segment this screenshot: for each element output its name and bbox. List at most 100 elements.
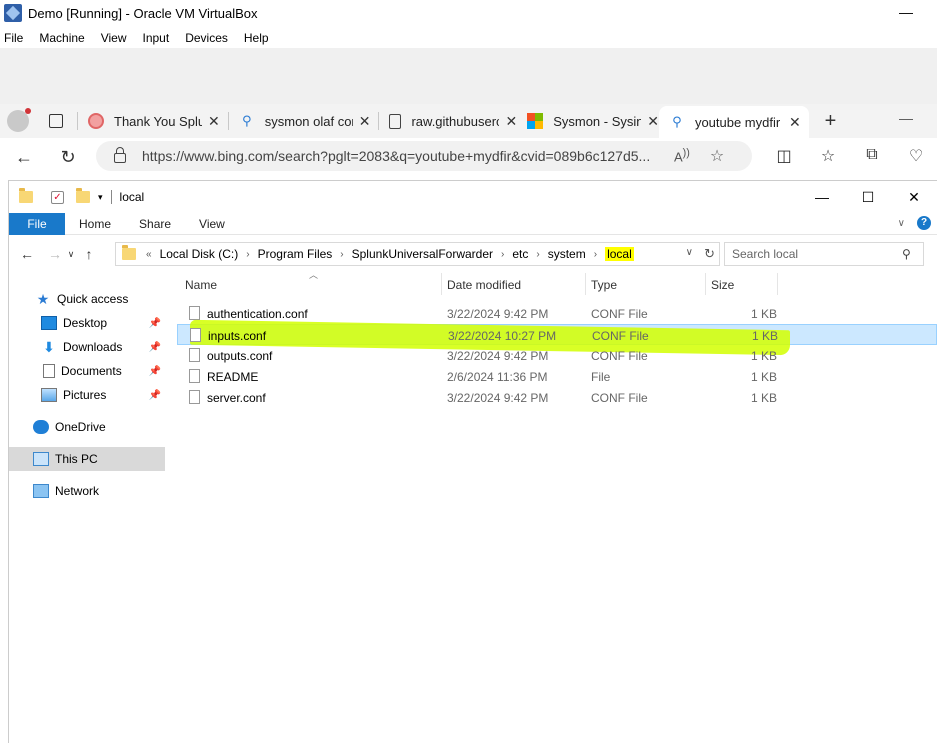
table-row-selected[interactable]: inputs.conf 3/22/2024 10:27 PM CONF File…	[177, 319, 937, 356]
tab-label: raw.githubusercontent	[411, 113, 500, 129]
column-size[interactable]: Size	[711, 278, 734, 292]
nav-this-pc[interactable]: This PC	[9, 447, 165, 471]
nav-quick-access[interactable]: ★ Quick access	[9, 287, 165, 311]
help-icon[interactable]: ?	[917, 216, 931, 230]
chevron-right-icon[interactable]: ›	[501, 249, 504, 260]
pin-icon[interactable]: 📌	[149, 318, 161, 329]
read-aloud-icon[interactable]: A))	[674, 147, 690, 164]
column-divider[interactable]	[777, 273, 778, 295]
pin-icon[interactable]: 📌	[149, 342, 161, 353]
close-icon[interactable]: ✕	[647, 113, 659, 130]
chevron-right-icon[interactable]: ›	[594, 249, 597, 260]
column-divider[interactable]	[705, 273, 706, 295]
sort-ascending-icon: ︿	[309, 270, 319, 280]
chevron-right-icon[interactable]: ›	[246, 249, 249, 260]
expand-ribbon-icon[interactable]: ∨	[898, 218, 905, 229]
vbox-menu-view[interactable]: View	[97, 31, 133, 45]
breadcrumb[interactable]: « Local Disk (C:) › Program Files › Splu…	[115, 242, 720, 266]
column-name[interactable]: Name	[185, 278, 217, 292]
close-icon[interactable]: ✕	[505, 113, 517, 130]
back-arrow-icon[interactable]: ←	[14, 147, 34, 168]
vbox-menu-help[interactable]: Help	[240, 31, 275, 45]
properties-icon[interactable]: ✓	[51, 190, 64, 204]
chevron-right-icon[interactable]: ›	[536, 249, 539, 260]
search-box[interactable]: ⚲	[724, 242, 924, 266]
nav-network[interactable]: Network	[9, 479, 165, 503]
nav-onedrive[interactable]: OneDrive	[9, 415, 165, 439]
crumb-local[interactable]: local	[605, 247, 634, 261]
vbox-menu-file[interactable]: File	[0, 31, 29, 45]
ribbon-view-tab[interactable]: View	[185, 217, 239, 231]
vbox-menu-bar: File Machine View Input Devices Help	[0, 28, 281, 48]
chevron-right-icon[interactable]: ›	[340, 249, 343, 260]
workspaces-icon[interactable]	[49, 114, 63, 128]
favorite-star-icon[interactable]: ☆	[710, 146, 724, 166]
address-dropdown-icon[interactable]: ∨	[686, 247, 693, 258]
table-row[interactable]: outputs.conf 3/22/2024 9:42 PM CONF File…	[177, 345, 937, 366]
search-input[interactable]	[732, 247, 902, 261]
recent-locations-icon[interactable]: ∨	[65, 249, 77, 260]
nav-pictures[interactable]: Pictures 📌	[9, 383, 165, 407]
refresh-icon[interactable]: ↻	[704, 246, 715, 262]
column-date[interactable]: Date modified	[447, 278, 521, 292]
nav-label: Network	[55, 484, 100, 498]
column-divider[interactable]	[441, 273, 442, 295]
ribbon-file-tab[interactable]: File	[9, 212, 65, 235]
crumb-local-disk[interactable]: Local Disk (C:)	[160, 247, 239, 261]
url-text[interactable]: https://www.bing.com/search?pglt=2083&q=…	[142, 148, 664, 164]
table-row[interactable]: server.conf 3/22/2024 9:42 PM CONF File …	[177, 387, 937, 408]
file-type: CONF File	[592, 329, 649, 343]
address-bar[interactable]: https://www.bing.com/search?pglt=2083&q=…	[96, 141, 752, 171]
close-icon[interactable]: ✕	[208, 113, 220, 130]
minimize-button[interactable]: —	[799, 181, 845, 213]
vbox-menu-machine[interactable]: Machine	[35, 31, 90, 45]
crumb-splunk-forwarder[interactable]: SplunkUniversalForwarder	[352, 247, 493, 261]
nav-documents[interactable]: Documents 📌	[9, 359, 165, 383]
close-icon[interactable]: ✕	[359, 113, 371, 130]
profile-avatar[interactable]	[7, 108, 31, 132]
nav-desktop[interactable]: Desktop 📌	[9, 311, 165, 335]
ribbon-share-tab[interactable]: Share	[125, 217, 185, 231]
new-tab-button[interactable]: +	[825, 110, 837, 133]
split-screen-icon[interactable]: ◫	[773, 146, 795, 168]
vbox-menu-input[interactable]: Input	[139, 31, 176, 45]
overflow-chevron-icon[interactable]: «	[146, 249, 152, 260]
ribbon-tabs: File Home Share View ∨ ?	[9, 212, 937, 235]
close-button[interactable]: ✕	[891, 181, 937, 213]
file-name: README	[207, 370, 259, 384]
crumb-system[interactable]: system	[548, 247, 586, 261]
quick-access-dropdown-icon[interactable]: ▾	[98, 192, 103, 203]
browser-minimize-button[interactable]: —	[899, 110, 913, 126]
tab-splunk[interactable]: Thank You Splunk ✕	[78, 107, 220, 135]
column-type[interactable]: Type	[591, 278, 617, 292]
crumb-program-files[interactable]: Program Files	[258, 247, 333, 261]
browser-essentials-icon[interactable]: ♡	[905, 146, 927, 168]
vbox-minimize-button[interactable]: —	[899, 4, 913, 20]
file-date: 3/22/2024 9:42 PM	[447, 307, 549, 321]
up-button[interactable]: ↑	[79, 246, 99, 262]
tab-raw-github[interactable]: raw.githubusercontent ✕	[379, 107, 517, 135]
pin-icon[interactable]: 📌	[149, 390, 161, 401]
collections-icon[interactable]: ⧉	[861, 146, 883, 168]
ribbon-home-tab[interactable]: Home	[65, 217, 125, 231]
nav-label: Desktop	[63, 316, 108, 330]
maximize-button[interactable]: ☐	[845, 181, 891, 213]
pin-icon[interactable]: 📌	[149, 366, 161, 377]
refresh-icon[interactable]: ↻	[58, 147, 78, 168]
nav-label: Documents	[61, 364, 122, 378]
back-button[interactable]: ←	[17, 246, 37, 262]
new-folder-icon[interactable]	[76, 188, 90, 203]
table-row[interactable]: README 2/6/2024 11:36 PM File 1 KB	[177, 366, 937, 387]
nav-downloads[interactable]: ⬇ Downloads 📌	[9, 335, 165, 359]
search-icon[interactable]: ⚲	[902, 247, 911, 261]
tab-label: Sysmon - Sysinternals	[553, 113, 642, 129]
crumb-etc[interactable]: etc	[512, 247, 528, 261]
forward-button[interactable]: →	[45, 246, 65, 262]
tab-youtube-mydfir[interactable]: ⚲ youtube mydfir ✕	[658, 106, 809, 138]
vbox-menu-devices[interactable]: Devices	[181, 31, 234, 45]
column-divider[interactable]	[585, 273, 586, 295]
close-icon[interactable]: ✕	[789, 114, 801, 131]
tab-sysmon-olaf[interactable]: ⚲ sysmon olaf config ✕	[229, 107, 371, 135]
tab-sysmon-sysinternals[interactable]: Sysmon - Sysinternals ✕	[517, 107, 659, 135]
favorites-icon[interactable]: ☆	[817, 146, 839, 168]
